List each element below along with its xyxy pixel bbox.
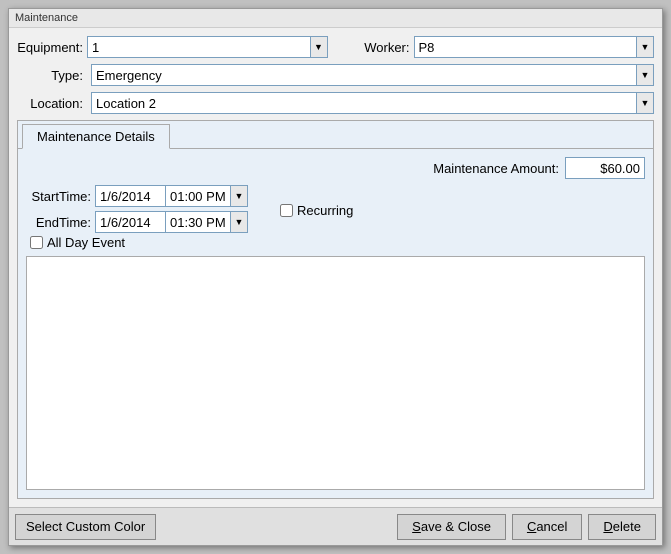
maintenance-amount-input[interactable]: [565, 157, 645, 179]
tab-maintenance-details[interactable]: Maintenance Details: [22, 124, 170, 149]
end-time-dropdown-btn[interactable]: ▼: [230, 211, 248, 233]
all-day-row: All Day Event: [30, 235, 645, 250]
bottom-bar: Select Custom Color Save & Close Cancel …: [9, 507, 662, 545]
worker-dropdown-btn[interactable]: ▼: [636, 36, 654, 58]
tab-header: Maintenance Details: [18, 121, 653, 149]
end-date-input[interactable]: [95, 211, 165, 233]
tab-content: Maintenance Amount: StartTime: ▼: [18, 149, 653, 498]
worker-field-group: ▼: [414, 36, 655, 58]
equipment-field-group: ▼: [87, 36, 328, 58]
save-close-label: Save & Close: [412, 519, 491, 534]
endtime-inputs: ▼: [95, 211, 248, 233]
type-row: Type: ▼: [17, 64, 654, 86]
notes-textarea[interactable]: [26, 256, 645, 490]
location-label: Location:: [17, 96, 87, 111]
start-time-dropdown-btn[interactable]: ▼: [230, 185, 248, 207]
type-label: Type:: [17, 68, 87, 83]
all-day-label: All Day Event: [47, 235, 125, 250]
location-field-group: ▼: [91, 92, 654, 114]
all-day-checkbox[interactable]: [30, 236, 43, 249]
custom-color-button[interactable]: Select Custom Color: [15, 514, 156, 540]
equipment-section: Equipment: ▼: [17, 36, 328, 58]
recurring-checkbox[interactable]: [280, 204, 293, 217]
datetime-rows: StartTime: ▼ EndTime:: [26, 185, 248, 233]
equipment-worker-row: Equipment: ▼ Worker: ▼: [17, 36, 654, 58]
starttime-label: StartTime:: [26, 189, 91, 204]
maintenance-amount-label: Maintenance Amount:: [433, 161, 559, 176]
location-row: Location: ▼: [17, 92, 654, 114]
endtime-label: EndTime:: [26, 215, 91, 230]
datetime-recurring-row: StartTime: ▼ EndTime:: [26, 185, 645, 233]
worker-input[interactable]: [414, 36, 637, 58]
type-field-group: ▼: [91, 64, 654, 86]
type-dropdown-btn[interactable]: ▼: [636, 64, 654, 86]
start-time-input[interactable]: [165, 185, 230, 207]
tab-panel: Maintenance Details Maintenance Amount: …: [17, 120, 654, 499]
location-input[interactable]: [91, 92, 636, 114]
worker-section: Worker: ▼: [344, 36, 655, 58]
worker-label: Worker:: [344, 40, 414, 55]
save-close-button[interactable]: Save & Close: [397, 514, 506, 540]
type-input[interactable]: [91, 64, 636, 86]
window-title: Maintenance: [9, 9, 662, 28]
equipment-input[interactable]: [87, 36, 310, 58]
delete-label: Delete: [603, 519, 641, 534]
location-dropdown-btn[interactable]: ▼: [636, 92, 654, 114]
recurring-section: Recurring: [280, 203, 353, 218]
endtime-row: EndTime: ▼: [26, 211, 248, 233]
starttime-inputs: ▼: [95, 185, 248, 207]
maintenance-window: Maintenance Equipment: ▼ Worker: ▼ Type:: [8, 8, 663, 546]
delete-button[interactable]: Delete: [588, 514, 656, 540]
cancel-label: Cancel: [527, 519, 567, 534]
starttime-row: StartTime: ▼: [26, 185, 248, 207]
equipment-dropdown-btn[interactable]: ▼: [310, 36, 328, 58]
start-date-input[interactable]: [95, 185, 165, 207]
maintenance-amount-row: Maintenance Amount:: [26, 157, 645, 179]
recurring-label: Recurring: [297, 203, 353, 218]
equipment-label: Equipment:: [17, 40, 87, 55]
end-time-input[interactable]: [165, 211, 230, 233]
window-body: Equipment: ▼ Worker: ▼ Type: ▼: [9, 28, 662, 507]
cancel-button[interactable]: Cancel: [512, 514, 582, 540]
